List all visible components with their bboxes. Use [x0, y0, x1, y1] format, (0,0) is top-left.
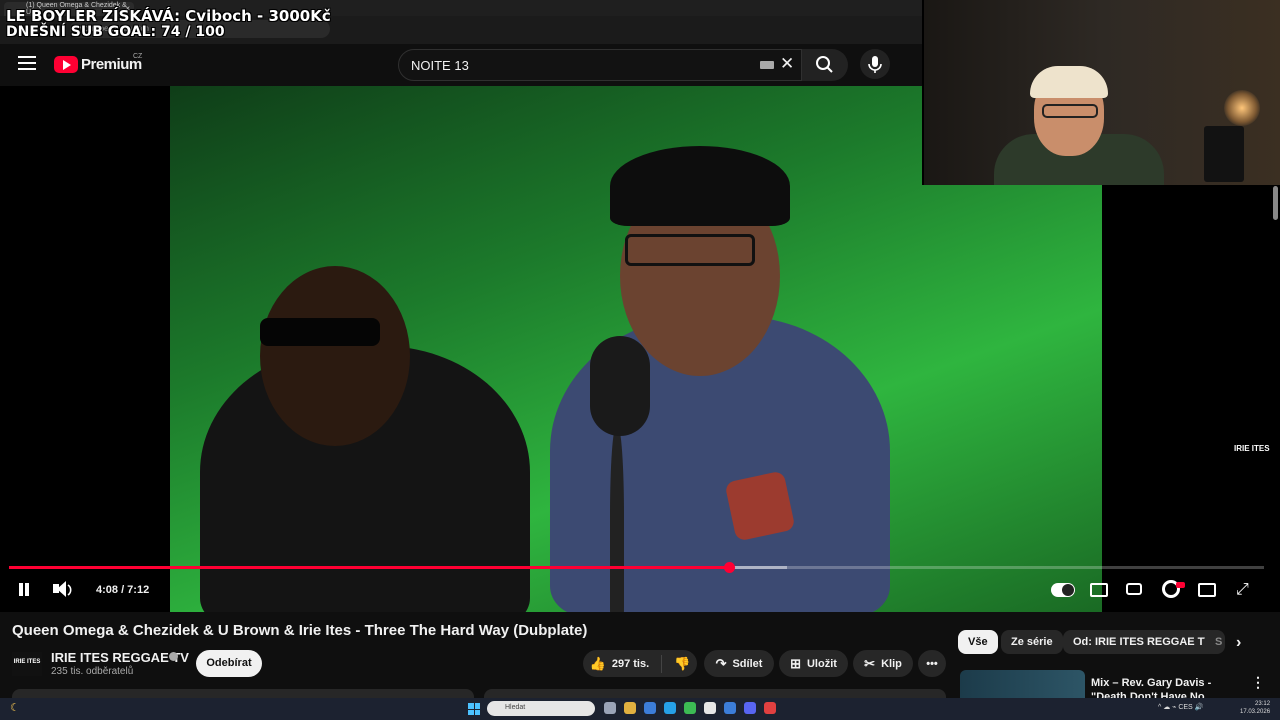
dislike-icon[interactable]: 👎 [674, 657, 690, 670]
chip-truncated[interactable]: S [1205, 630, 1225, 654]
headphones-cap-shape [610, 146, 790, 226]
streamer-cap-shape [1030, 66, 1108, 98]
speaker-shape [1204, 126, 1244, 182]
theater-mode-icon[interactable] [1198, 583, 1216, 597]
share-label: Sdílet [732, 657, 763, 670]
app2-icon[interactable] [764, 702, 776, 714]
region-code: CZ [133, 53, 143, 60]
keyboard-icon[interactable] [760, 61, 774, 69]
overlay-goal-text: LE BOYLER ZÍSKÁVÁ: Cviboch - 3000Kč [6, 7, 331, 25]
save-button[interactable]: ⊞ Uložit [779, 650, 848, 677]
stream-overlay: LE BOYLER ZÍSKÁVÁ: Cviboch - 3000Kč DNEŠ… [6, 8, 331, 40]
clip-button[interactable]: ✂ Klip [853, 650, 913, 677]
pause-icon[interactable] [16, 582, 32, 598]
edge-icon[interactable] [644, 702, 656, 714]
system-tray[interactable]: ^ ☁ ⌁ CES 🔊 [1158, 703, 1203, 711]
clip-icon: ✂ [864, 656, 876, 671]
search-button[interactable] [802, 49, 848, 81]
youtube-logo-icon[interactable] [54, 56, 78, 73]
webcam-overlay [922, 0, 1280, 185]
store-icon[interactable] [624, 702, 636, 714]
share-icon: ↷ [715, 656, 727, 671]
loop-icon[interactable] [1126, 583, 1142, 595]
overlay-sub-goal-text: DNEŠNÍ SUB GOAL: 74 / 100 [6, 24, 225, 40]
chevron-right-icon[interactable]: › [1236, 634, 1241, 652]
clock-time: 23:12 [1255, 701, 1271, 707]
lamp-glow-shape [1224, 90, 1260, 126]
fullscreen-icon[interactable]: ⤢ [1236, 581, 1249, 599]
chrome-icon[interactable] [664, 702, 676, 714]
chip-series[interactable]: Ze série [1001, 630, 1063, 654]
sunglasses-shape [260, 318, 380, 346]
volume-icon[interactable] [53, 580, 73, 600]
autoplay-toggle-icon[interactable] [1051, 583, 1075, 597]
verified-icon [169, 652, 178, 661]
subscribe-button[interactable]: Odebírat [196, 650, 262, 677]
windows-taskbar [0, 698, 1280, 720]
time-text: 4:08 / 7:12 [96, 584, 150, 596]
more-actions-icon[interactable]: ••• [918, 650, 946, 677]
like-dislike-group: 👍 297 tis. 👎 [583, 650, 697, 677]
obs-icon[interactable] [724, 702, 736, 714]
jacket-badge-shape [724, 470, 796, 542]
recommendation-thumbnail[interactable] [960, 670, 1085, 700]
taskbar-clock[interactable]: 23:12 17.03.2026 [1240, 700, 1270, 716]
progress-played [9, 566, 729, 569]
like-count[interactable]: 297 tis. [612, 658, 649, 670]
studio-mic-shape [590, 336, 650, 436]
channel-watermark[interactable]: IRIE ITES [1234, 444, 1270, 453]
windows-start-icon[interactable] [468, 703, 480, 715]
scrubber-handle[interactable] [724, 562, 735, 573]
discord-icon[interactable] [744, 702, 756, 714]
page-scrollbar[interactable] [1273, 186, 1278, 220]
hd-badge-icon [1176, 582, 1185, 588]
like-divider [661, 654, 663, 673]
search-icon [816, 56, 833, 73]
chip-from-channel[interactable]: Od: IRIE ITES REGGAE TV [1063, 630, 1222, 654]
subtitles-icon[interactable] [1090, 583, 1108, 597]
subscriber-count: 235 tis. odběratelů [51, 666, 134, 677]
mic-icon [868, 56, 882, 73]
singer-left-head [260, 266, 410, 446]
mic-stand-shape [610, 426, 624, 612]
file-explorer-icon[interactable] [604, 702, 616, 714]
volume-waves-icon [67, 584, 72, 596]
moon-icon[interactable]: ☾ [10, 701, 20, 714]
steam-icon[interactable] [684, 702, 696, 714]
clear-search-icon[interactable]: ✕ [780, 54, 794, 74]
clip-label: Klip [881, 657, 902, 670]
recommendation-more-icon[interactable]: ⋮ [1251, 674, 1265, 691]
save-label: Uložit [806, 657, 837, 670]
chip-all[interactable]: Vše [958, 630, 998, 654]
video-title: Queen Omega & Chezidek & U Brown & Irie … [12, 622, 588, 639]
app-icon[interactable] [704, 702, 716, 714]
streamer-glasses-shape [1042, 104, 1098, 118]
share-button[interactable]: ↷ Sdílet [704, 650, 774, 677]
like-icon[interactable]: 👍 [590, 657, 606, 670]
clock-date: 17.03.2026 [1240, 709, 1271, 715]
menu-icon[interactable] [18, 56, 36, 70]
search-input[interactable]: NOITE 13 [398, 49, 802, 81]
channel-avatar[interactable]: IRIE ITES [12, 652, 42, 676]
taskbar-search-input[interactable]: Hledat [487, 701, 595, 716]
time-display: 4:08 / 7:12 [87, 578, 155, 602]
voice-search-button[interactable] [860, 49, 890, 79]
save-icon: ⊞ [790, 656, 801, 671]
glasses-shape [625, 234, 755, 266]
